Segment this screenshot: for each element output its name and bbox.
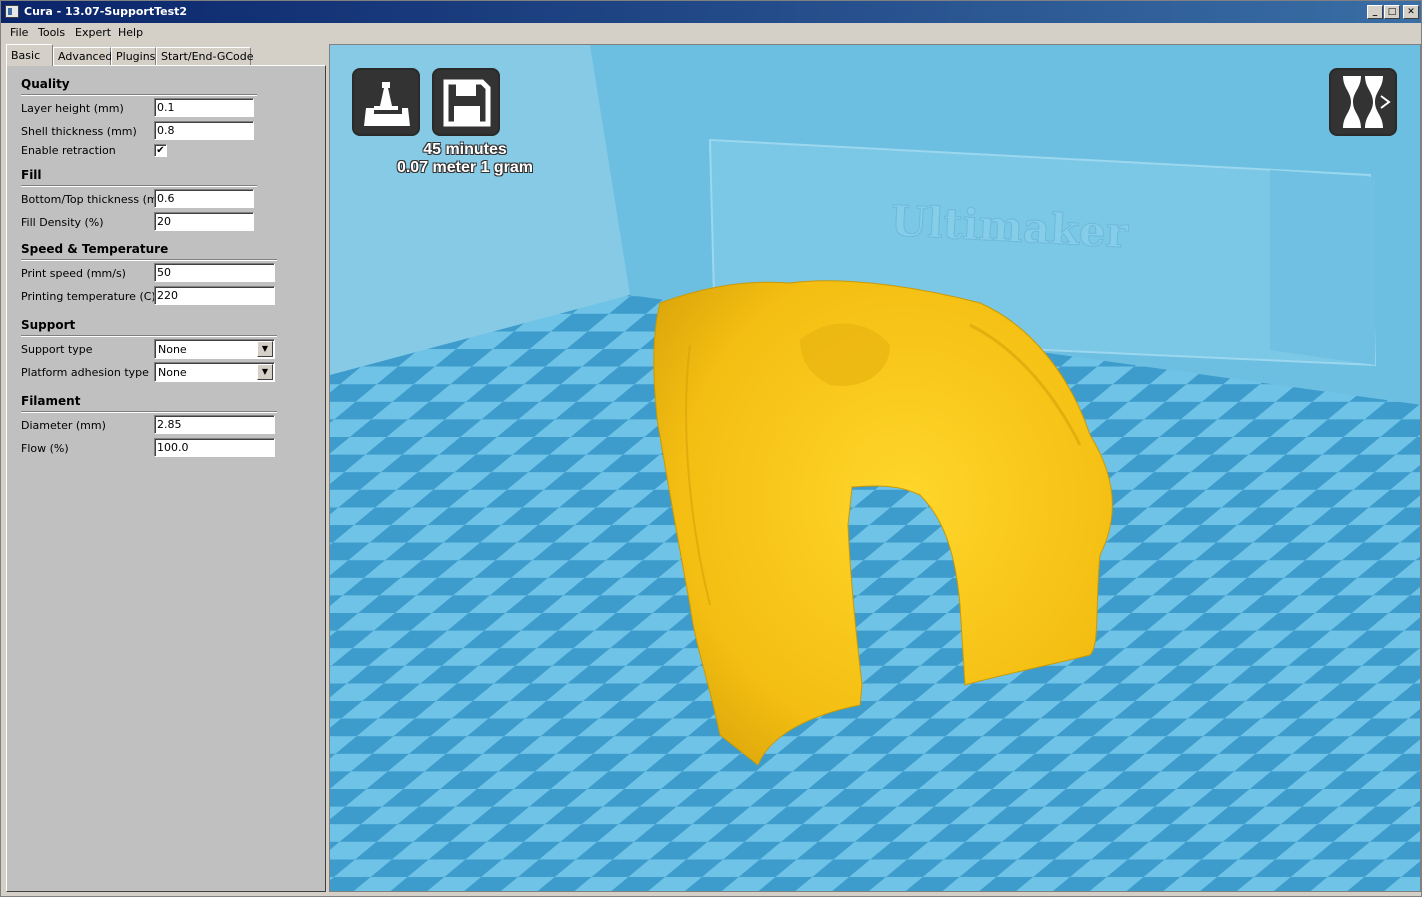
bottom-top-thickness-label: Bottom/Top thickness (mm) [21, 193, 173, 206]
section-divider [21, 411, 277, 413]
menu-file[interactable]: File [10, 26, 28, 39]
print-material-text: 0.07 meter 1 gram [396, 159, 534, 176]
bottom-top-thickness-field[interactable]: 0.6 [154, 189, 254, 208]
chevron-down-icon[interactable]: ▼ [257, 364, 273, 380]
3d-viewport[interactable]: Ultimaker 45 minutes 0.07 meter 1 gram [329, 44, 1421, 892]
maximize-button[interactable]: □ [1384, 5, 1400, 19]
chevron-down-icon[interactable]: ▼ [257, 341, 273, 357]
menu-tools[interactable]: Tools [38, 26, 65, 39]
platform-adhesion-select[interactable]: None ▼ [154, 362, 275, 382]
diameter-label: Diameter (mm) [21, 419, 106, 432]
platform-adhesion-value: None [158, 366, 187, 379]
cura-window: Cura - 13.07-SupportTest2 _ □ ✕ File Too… [0, 0, 1422, 897]
backplate-edge [1270, 170, 1375, 365]
title-bar: Cura - 13.07-SupportTest2 _ □ ✕ [1, 1, 1421, 23]
section-divider [21, 259, 277, 261]
section-speed-title: Speed & Temperature [21, 242, 169, 256]
diameter-field[interactable]: 2.85 [154, 415, 275, 434]
fill-density-label: Fill Density (%) [21, 216, 104, 229]
window-title: Cura - 13.07-SupportTest2 [24, 5, 188, 18]
load-model-icon [364, 82, 410, 126]
flow-field[interactable]: 100.0 [154, 438, 275, 457]
close-button[interactable]: ✕ [1403, 5, 1419, 19]
platform-adhesion-label: Platform adhesion type [21, 366, 149, 379]
shell-thickness-label: Shell thickness (mm) [21, 125, 137, 138]
load-model-button[interactable] [354, 70, 418, 134]
app-icon [5, 5, 19, 18]
print-time-text: 45 minutes [423, 141, 507, 158]
menu-bar: File Tools Expert Help [1, 23, 1421, 42]
print-estimate: 45 minutes 0.07 meter 1 gram [370, 141, 560, 177]
printing-temperature-field[interactable]: 220 [154, 286, 275, 305]
settings-tabs: Basic Advanced Plugins Start/End-GCode [6, 44, 326, 66]
save-gcode-button[interactable] [434, 70, 498, 134]
section-filament-title: Filament [21, 394, 81, 408]
printing-temperature-label: Printing temperature (C) [21, 290, 156, 303]
flow-label: Flow (%) [21, 442, 69, 455]
view-mode-icon [1343, 76, 1391, 128]
tab-plugins[interactable]: Plugins [111, 47, 156, 66]
section-divider [21, 335, 277, 337]
shell-thickness-field[interactable]: 0.8 [154, 121, 254, 140]
print-speed-label: Print speed (mm/s) [21, 267, 126, 280]
tab-advanced[interactable]: Advanced [53, 47, 112, 66]
support-type-select[interactable]: None ▼ [154, 339, 275, 359]
tab-basic[interactable]: Basic [6, 44, 53, 66]
section-quality-title: Quality [21, 77, 70, 91]
minimize-button[interactable]: _ [1367, 5, 1383, 19]
enable-retraction-checkbox[interactable]: ✔ [154, 144, 167, 157]
settings-panel: Basic Advanced Plugins Start/End-GCode Q… [4, 44, 326, 892]
layer-height-field[interactable]: 0.1 [154, 98, 254, 117]
menu-help[interactable]: Help [118, 26, 143, 39]
print-speed-field[interactable]: 50 [154, 263, 275, 282]
section-divider [21, 185, 257, 187]
support-type-label: Support type [21, 343, 93, 356]
layer-height-label: Layer height (mm) [21, 102, 124, 115]
basic-settings-body: Quality Layer height (mm) 0.1 Shell thic… [6, 65, 326, 892]
enable-retraction-label: Enable retraction [21, 144, 116, 157]
section-fill-title: Fill [21, 168, 42, 182]
section-support-title: Support [21, 318, 76, 332]
fill-density-field[interactable]: 20 [154, 212, 254, 231]
support-type-value: None [158, 343, 187, 356]
menu-expert[interactable]: Expert [75, 26, 111, 39]
section-divider [21, 94, 257, 96]
save-gcode-icon [443, 79, 491, 127]
view-mode-button[interactable] [1331, 70, 1395, 134]
tab-start-end-gcode[interactable]: Start/End-GCode [156, 47, 254, 66]
